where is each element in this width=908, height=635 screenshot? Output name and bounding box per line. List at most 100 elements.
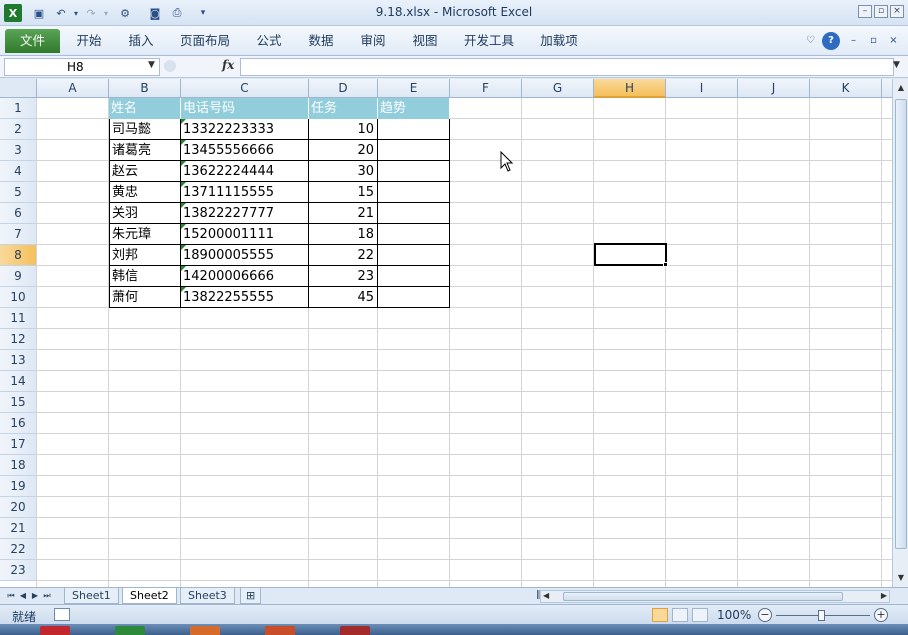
row-header-21[interactable]: 21 [0, 518, 37, 539]
zoom-out-icon[interactable]: − [758, 608, 772, 622]
tab-home[interactable]: 开始 [70, 29, 108, 53]
taskbar-item[interactable] [265, 626, 295, 635]
table-cell-task[interactable]: 10 [309, 119, 378, 140]
table-header-trend[interactable]: 趋势 [378, 98, 450, 119]
workbook-restore-icon[interactable]: ▫ [866, 34, 881, 49]
scroll-left-icon[interactable]: ◀ [543, 591, 549, 600]
table-cell-task[interactable]: 30 [309, 161, 378, 182]
table-cell-name[interactable]: 朱元璋 [109, 224, 181, 245]
table-cell-phone[interactable]: 18900005555 [181, 245, 309, 266]
row-header-6[interactable]: 6 [0, 203, 37, 224]
tab-view[interactable]: 视图 [406, 29, 444, 53]
column-header-g[interactable]: G [522, 79, 594, 98]
restore-icon[interactable]: ▫ [874, 5, 888, 18]
table-cell-trend[interactable] [378, 224, 450, 245]
tab-review[interactable]: 审阅 [354, 29, 392, 53]
table-cell-phone[interactable]: 14200006666 [181, 266, 309, 287]
column-header-i[interactable]: I [666, 79, 738, 98]
page-layout-view-icon[interactable] [672, 608, 688, 622]
row-header-14[interactable]: 14 [0, 371, 37, 392]
table-cell-trend[interactable] [378, 119, 450, 140]
table-cell-task[interactable]: 20 [309, 140, 378, 161]
vertical-scrollbar[interactable]: ▲ ▼ [892, 79, 908, 587]
formula-input[interactable] [240, 58, 894, 76]
table-cell-name[interactable]: 关羽 [109, 203, 181, 224]
taskbar-item[interactable] [40, 626, 70, 635]
tab-page-layout[interactable]: 页面布局 [174, 29, 236, 53]
minimize-ribbon-icon[interactable]: ♡ [803, 34, 818, 49]
last-sheet-icon[interactable]: ⏭ [42, 590, 52, 602]
expand-formula-bar-icon[interactable]: ▼ [893, 60, 900, 70]
select-all-button[interactable] [0, 79, 37, 98]
zoom-in-icon[interactable]: + [874, 608, 888, 622]
column-header-k[interactable]: K [810, 79, 882, 98]
row-header-5[interactable]: 5 [0, 182, 37, 203]
workbook-minimize-icon[interactable]: – [846, 34, 861, 49]
workbook-close-icon[interactable]: × [886, 34, 901, 49]
first-sheet-icon[interactable]: ⏮ [6, 590, 16, 602]
column-header-j[interactable]: J [738, 79, 810, 98]
column-header-f[interactable]: F [450, 79, 522, 98]
table-cell-task[interactable]: 18 [309, 224, 378, 245]
tab-file[interactable]: 文件 [5, 29, 60, 53]
table-header-task[interactable]: 任务 [309, 98, 378, 119]
table-cell-task[interactable]: 15 [309, 182, 378, 203]
table-cell-phone[interactable]: 13711115555 [181, 182, 309, 203]
table-cell-phone[interactable]: 13822255555 [181, 287, 309, 308]
table-cell-task[interactable]: 21 [309, 203, 378, 224]
taskbar-item[interactable] [340, 626, 370, 635]
sheet-tab-sheet2[interactable]: Sheet2 [122, 588, 177, 604]
tab-data[interactable]: 数据 [302, 29, 340, 53]
sheet-tab-sheet1[interactable]: Sheet1 [64, 588, 119, 604]
table-cell-name[interactable]: 赵云 [109, 161, 181, 182]
column-header-b[interactable]: B [109, 79, 181, 98]
table-cell-trend[interactable] [378, 203, 450, 224]
table-cell-name[interactable]: 萧何 [109, 287, 181, 308]
table-cell-task[interactable]: 22 [309, 245, 378, 266]
row-header-2[interactable]: 2 [0, 119, 37, 140]
zoom-slider-thumb[interactable] [818, 610, 825, 621]
row-header-23[interactable]: 23 [0, 560, 37, 581]
column-header-a[interactable]: A [37, 79, 109, 98]
column-header-c[interactable]: C [181, 79, 309, 98]
row-header-18[interactable]: 18 [0, 455, 37, 476]
table-cell-trend[interactable] [378, 140, 450, 161]
worksheet-grid[interactable]: ABCDEFGHIJK 1 2 3 4 5 6 7 8 9 10 11 12 13 14 15 16 17 18 1… [0, 79, 892, 587]
table-cell-trend[interactable] [378, 266, 450, 287]
minimize-icon[interactable]: – [858, 5, 872, 18]
tab-addins[interactable]: 加载项 [534, 29, 584, 53]
tab-insert[interactable]: 插入 [122, 29, 160, 53]
insert-function-icon[interactable]: fx [222, 58, 234, 72]
row-header-9[interactable]: 9 [0, 266, 37, 287]
normal-view-icon[interactable] [652, 608, 668, 622]
table-cell-trend[interactable] [378, 245, 450, 266]
table-cell-phone[interactable]: 13822227777 [181, 203, 309, 224]
row-header-17[interactable]: 17 [0, 434, 37, 455]
taskbar-item-excel[interactable] [115, 626, 145, 635]
row-header-3[interactable]: 3 [0, 140, 37, 161]
row-header-16[interactable]: 16 [0, 413, 37, 434]
table-cell-trend[interactable] [378, 161, 450, 182]
row-header-4[interactable]: 4 [0, 161, 37, 182]
tab-formulas[interactable]: 公式 [250, 29, 288, 53]
table-cell-name[interactable]: 诸葛亮 [109, 140, 181, 161]
table-cell-phone[interactable]: 13622224444 [181, 161, 309, 182]
table-cell-name[interactable]: 黄忠 [109, 182, 181, 203]
row-header-20[interactable]: 20 [0, 497, 37, 518]
column-header-e[interactable]: E [378, 79, 450, 98]
column-header-h[interactable]: H [594, 79, 666, 98]
table-cell-phone[interactable]: 13455556666 [181, 140, 309, 161]
table-cell-phone[interactable]: 15200001111 [181, 224, 309, 245]
row-header-13[interactable]: 13 [0, 350, 37, 371]
scroll-down-icon[interactable]: ▼ [894, 571, 908, 585]
table-cell-task[interactable]: 23 [309, 266, 378, 287]
table-cell-task[interactable]: 45 [309, 287, 378, 308]
horizontal-scroll-thumb[interactable] [563, 592, 843, 601]
name-box-dropdown-icon[interactable]: ▼ [148, 60, 155, 70]
row-header-1[interactable]: 1 [0, 98, 37, 119]
close-icon[interactable]: × [890, 5, 904, 18]
column-header-partial[interactable] [882, 79, 892, 98]
row-header-8[interactable]: 8 [0, 245, 37, 266]
table-cell-name[interactable]: 韩信 [109, 266, 181, 287]
row-header-10[interactable]: 10 [0, 287, 37, 308]
